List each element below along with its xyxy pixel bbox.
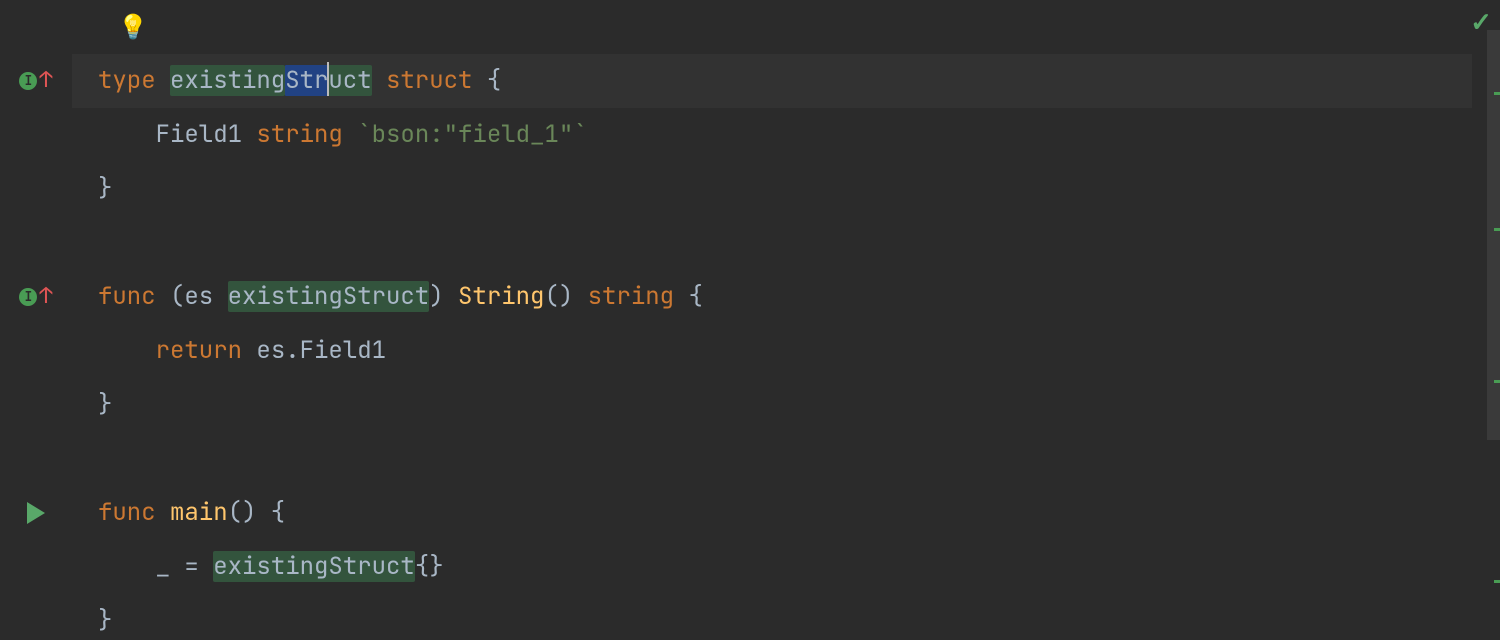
code-editor[interactable]: ✓ 💡 I↑ I↑ type existingStruct struct — [0, 0, 1500, 640]
expression: es.Field1 — [256, 335, 386, 366]
overrides-up-arrow-icon[interactable]: ↑ — [39, 53, 52, 107]
keyword-string: string — [588, 281, 689, 312]
code-line[interactable]: return es.Field1 — [72, 324, 1472, 378]
gutter-row[interactable]: I↑ — [0, 54, 72, 108]
gutter-row[interactable]: I↑ — [0, 270, 72, 324]
keyword-type: type — [98, 65, 170, 96]
gutter-row: 💡 — [0, 0, 72, 54]
keyword-func: func — [98, 281, 170, 312]
implements-icon[interactable]: I — [19, 288, 37, 306]
code-line[interactable]: } — [72, 162, 1472, 216]
struct-tag: `bson:"field_1"` — [357, 119, 587, 150]
blank-assign: _ = — [156, 551, 214, 582]
code-line-blank — [72, 432, 1472, 486]
run-gutter-icon[interactable] — [27, 502, 45, 524]
code-area[interactable]: type existingStruct struct { Field1 stri… — [72, 0, 1500, 640]
keyword-return: return — [156, 335, 257, 366]
keyword-struct: struct — [372, 65, 487, 96]
brace: { — [487, 65, 501, 96]
code-line[interactable]: _ = existingStruct{} — [72, 540, 1472, 594]
gutter[interactable]: 💡 I↑ I↑ — [0, 0, 72, 640]
func-name-main: main — [170, 497, 228, 528]
code-line[interactable]: func (es existingStruct) String() string… — [72, 270, 1472, 324]
code-line[interactable]: } — [72, 378, 1472, 432]
code-line-blank — [72, 216, 1472, 270]
type-name-usage[interactable]: existingStruct — [213, 551, 415, 582]
brace: { — [688, 281, 702, 312]
code-line-current[interactable]: type existingStruct struct { — [72, 54, 1472, 108]
code-line[interactable]: } — [72, 594, 1472, 640]
code-line[interactable]: Field1 string `bson:"field_1"` — [72, 108, 1472, 162]
text-caret — [327, 62, 329, 96]
field-name: Field1 — [156, 119, 257, 150]
gutter-row-run[interactable] — [0, 486, 72, 540]
method-name: String — [458, 281, 544, 312]
keyword-string: string — [256, 119, 357, 150]
type-name-usage[interactable]: existing — [170, 65, 285, 96]
code-line — [72, 0, 1472, 54]
type-name-usage[interactable]: existingStruct — [228, 281, 430, 312]
implements-icon[interactable]: I — [19, 72, 37, 90]
keyword-func: func — [98, 497, 170, 528]
brace: } — [98, 173, 112, 204]
type-name-selection[interactable]: Str — [285, 65, 328, 96]
brace: } — [98, 605, 112, 636]
overrides-up-arrow-icon[interactable]: ↑ — [39, 269, 52, 323]
brace: } — [98, 389, 112, 420]
type-name-usage[interactable]: uct — [328, 65, 371, 96]
braces: {} — [415, 551, 444, 582]
code-line[interactable]: func main() { — [72, 486, 1472, 540]
